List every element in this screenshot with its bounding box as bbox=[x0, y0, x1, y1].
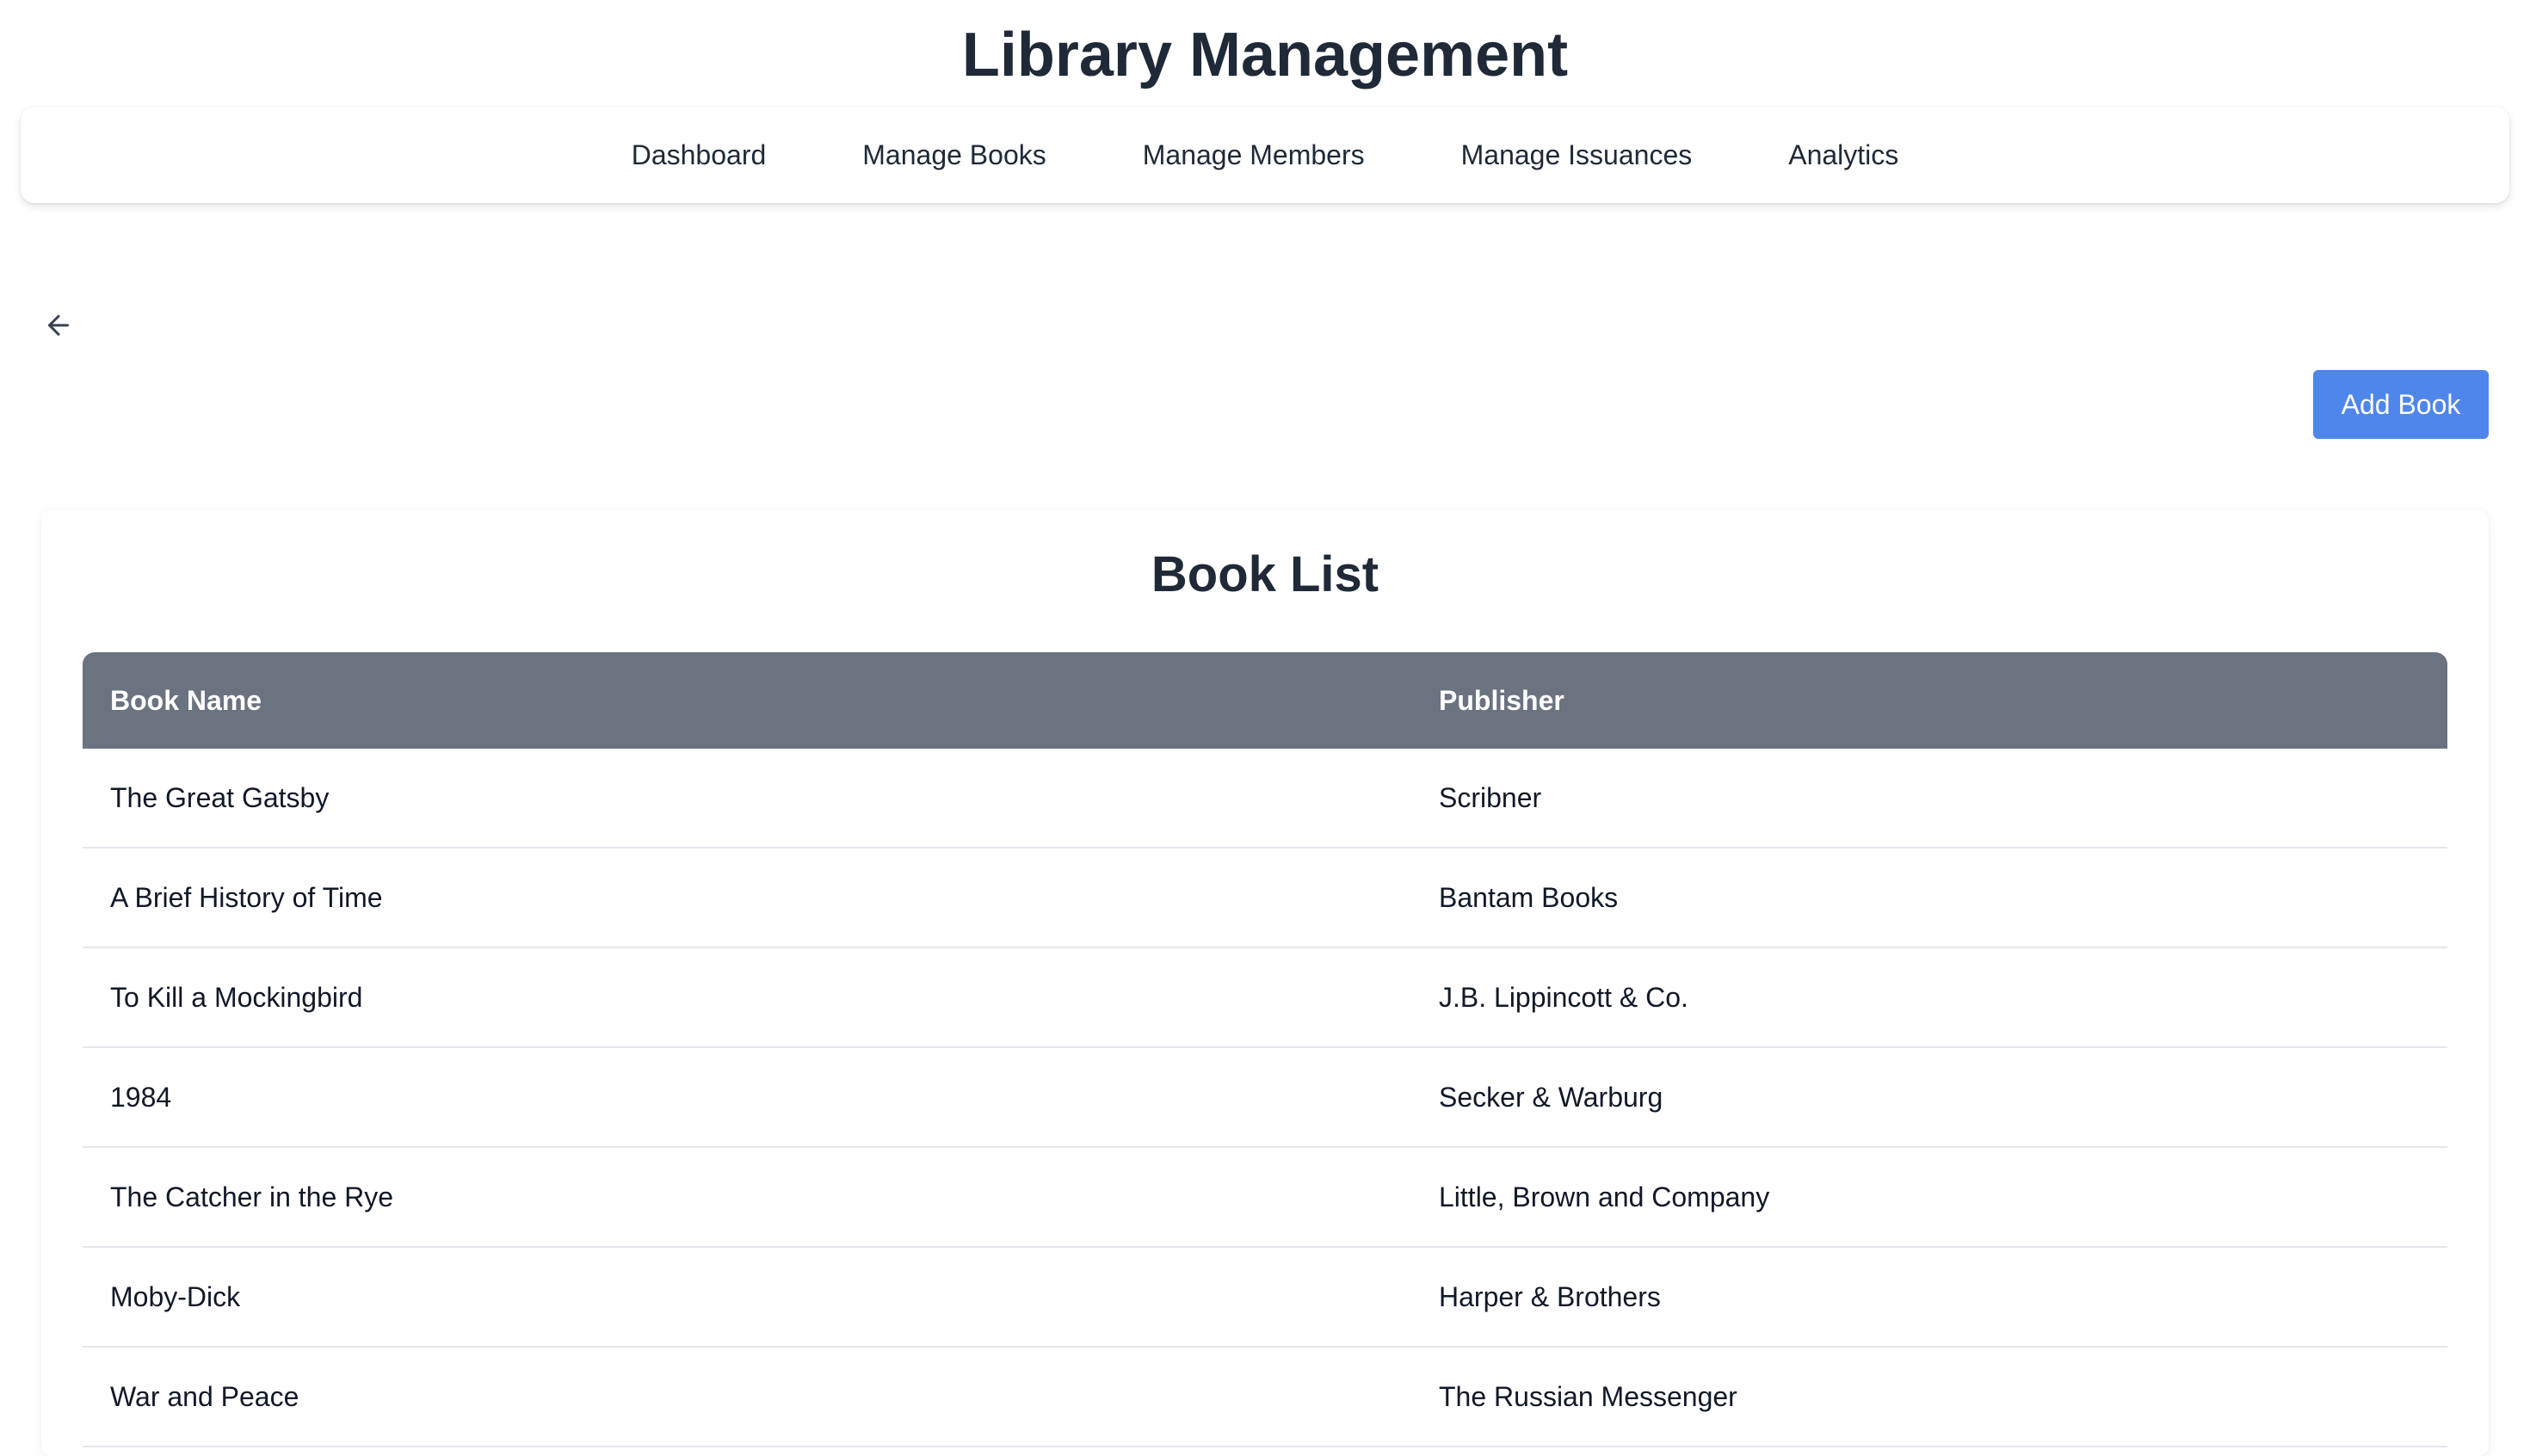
nav-item-analytics[interactable]: Analytics bbox=[1788, 138, 1898, 172]
table-row[interactable]: To Kill a Mockingbird J.B. Lippincott & … bbox=[83, 948, 2447, 1048]
publisher-cell: Harper & Brothers bbox=[1439, 1280, 1661, 1312]
table-row[interactable]: The Catcher in the Rye Little, Brown and… bbox=[83, 1148, 2447, 1248]
nav-item-manage-books[interactable]: Manage Books bbox=[862, 138, 1046, 172]
arrow-left-icon bbox=[48, 315, 69, 336]
book-name-cell: Moby-Dick bbox=[110, 1280, 241, 1312]
book-name-cell: 1984 bbox=[110, 1081, 172, 1113]
book-name-cell: War and Peace bbox=[110, 1380, 299, 1412]
column-header-publisher: Publisher bbox=[1439, 684, 1564, 716]
table-header: Book Name Publisher bbox=[83, 652, 2447, 749]
page-title: Library Management bbox=[961, 21, 1569, 89]
publisher-cell: Scribner bbox=[1439, 781, 1542, 813]
book-name-cell: To Kill a Mockingbird bbox=[110, 981, 363, 1013]
publisher-cell: Little, Brown and Company bbox=[1439, 1181, 1770, 1212]
table-row[interactable]: War and Peace The Russian Messenger bbox=[83, 1348, 2447, 1447]
book-list-card: Book List Book Name Publisher The Great … bbox=[41, 509, 2489, 1456]
book-name-cell: The Catcher in the Rye bbox=[110, 1181, 394, 1212]
book-list-title: Book List bbox=[1151, 546, 1379, 602]
book-table: Book Name Publisher The Great Gatsby Scr… bbox=[83, 652, 2447, 1447]
table-row[interactable]: The Great Gatsby Scribner bbox=[83, 749, 2447, 848]
column-header-book-name: Book Name bbox=[110, 684, 262, 716]
table-row[interactable]: 1984 Secker & Warburg bbox=[83, 1048, 2447, 1148]
add-book-button[interactable]: Add Book bbox=[2313, 370, 2489, 439]
publisher-cell: The Russian Messenger bbox=[1439, 1380, 1737, 1412]
back-button[interactable] bbox=[38, 305, 79, 346]
nav-item-manage-issuances[interactable]: Manage Issuances bbox=[1461, 138, 1693, 172]
publisher-cell: Secker & Warburg bbox=[1439, 1081, 1663, 1113]
book-name-cell: A Brief History of Time bbox=[110, 881, 383, 913]
nav-item-dashboard[interactable]: Dashboard bbox=[632, 138, 767, 172]
publisher-cell: J.B. Lippincott & Co. bbox=[1439, 981, 1688, 1013]
main-navbar: Dashboard Manage Books Manage Members Ma… bbox=[21, 107, 2509, 203]
nav-item-manage-members[interactable]: Manage Members bbox=[1143, 138, 1365, 172]
book-name-cell: The Great Gatsby bbox=[110, 781, 330, 813]
publisher-cell: Bantam Books bbox=[1439, 881, 1619, 913]
table-row[interactable]: A Brief History of Time Bantam Books bbox=[83, 848, 2447, 948]
table-row[interactable]: Moby-Dick Harper & Brothers bbox=[83, 1248, 2447, 1348]
